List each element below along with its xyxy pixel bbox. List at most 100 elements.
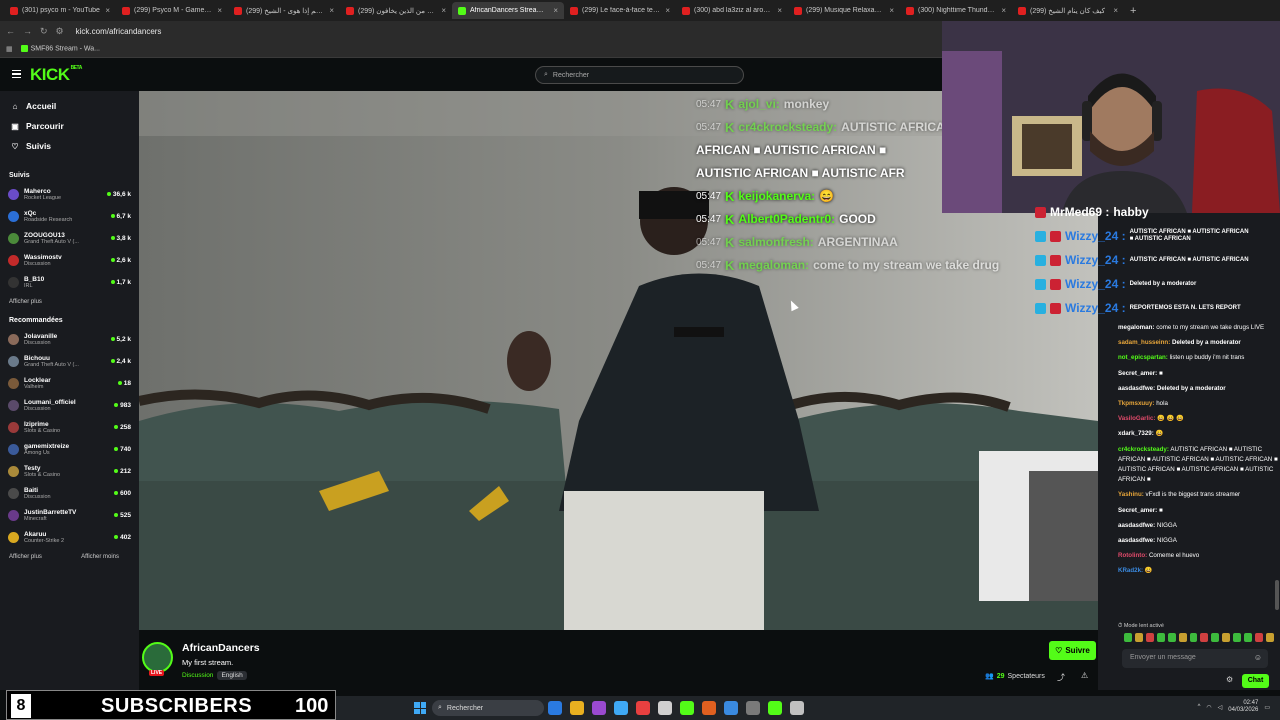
- sidebar-channel[interactable]: Testy Slots & Casino 212: [0, 460, 139, 482]
- emote-icon[interactable]: [1134, 633, 1143, 642]
- wifi-icon[interactable]: ◠: [1206, 704, 1211, 711]
- sidebar-channel[interactable]: Wassimostv Discussion 2,6 k: [0, 249, 139, 271]
- nav-item-suivis[interactable]: ♡ Suivis: [0, 136, 139, 156]
- browser-tab[interactable]: (300) abd la3ziz al arousi - Yo×: [676, 2, 788, 19]
- emote-icon[interactable]: [1167, 633, 1176, 642]
- emote-icon[interactable]: [1265, 633, 1274, 642]
- emote-icon[interactable]: [1189, 633, 1198, 642]
- tab-close-icon[interactable]: ×: [889, 6, 894, 15]
- taskbar-app-icon[interactable]: [746, 701, 760, 715]
- emote-icon[interactable]: [1222, 633, 1231, 642]
- viewer-count: 600: [114, 490, 131, 497]
- tab-close-icon[interactable]: ×: [1001, 6, 1006, 15]
- category-tag[interactable]: Discussion: [182, 671, 213, 680]
- show-less-link[interactable]: Afficher moins: [81, 554, 119, 560]
- emote-icon[interactable]: [1124, 633, 1132, 642]
- nav-item-accueil[interactable]: ⌂ Accueil: [0, 96, 139, 116]
- browser-tab[interactable]: (299) Le face-à-face tendu en×: [564, 2, 676, 19]
- tab-close-icon[interactable]: ×: [777, 6, 782, 15]
- volume-icon[interactable]: ◁: [1218, 704, 1223, 711]
- hamburger-menu-icon[interactable]: [12, 70, 21, 78]
- tab-close-icon[interactable]: ×: [217, 6, 222, 15]
- new-tab-plus-icon[interactable]: +: [1124, 5, 1142, 17]
- kick-logo[interactable]: KICKBETA: [30, 65, 82, 85]
- emoji-icon[interactable]: ☺: [1254, 653, 1262, 662]
- forward-icon[interactable]: →: [23, 26, 32, 36]
- browser-tab[interactable]: (301) psyco m - YouTube ×: [4, 2, 116, 19]
- reload-icon[interactable]: ↻: [40, 26, 48, 37]
- sidebar-channel[interactable]: ZOOUGOU13 Grand Theft Auto V (... 3,8 k: [0, 227, 139, 249]
- taskbar-search-input[interactable]: ⌕ Rechercher: [432, 700, 544, 716]
- sidebar-channel[interactable]: Maherco Rocket League 36,6 k: [0, 183, 139, 205]
- sidebar-channel[interactable]: Iziprime Slots & Casino 258: [0, 416, 139, 438]
- share-icon[interactable]: ⤴: [1057, 672, 1065, 683]
- browser-tab[interactable]: AfricanDancers Stream - W ×: [452, 2, 564, 19]
- emote-icon[interactable]: [1211, 633, 1220, 642]
- tab-close-icon[interactable]: ×: [329, 6, 334, 15]
- tab-close-icon[interactable]: ×: [1113, 6, 1118, 15]
- emote-icon[interactable]: [1156, 633, 1165, 642]
- tab-close-icon[interactable]: ×: [553, 6, 558, 15]
- site-info-icon[interactable]: ⚙: [56, 26, 64, 37]
- sidebar-channel[interactable]: Locklear Valheim 18: [0, 372, 139, 394]
- sidebar-channel[interactable]: Loumani_officiel Discussion 983: [0, 394, 139, 416]
- url-field[interactable]: kick.com/africandancers: [76, 27, 162, 36]
- browser-tab[interactable]: (299) Psyco M - Gameplay St×: [116, 2, 228, 19]
- chat-message-input[interactable]: Envoyer un message ☺: [1122, 649, 1268, 668]
- browser-tab[interactable]: (299) و النجم إذا هوى - الشيخ ×: [228, 2, 340, 19]
- browser-tab[interactable]: (300) Nighttime Thunderstorm×: [900, 2, 1012, 19]
- taskbar-app-icon[interactable]: [592, 701, 606, 715]
- system-clock[interactable]: 02:47 04/03/2026: [1228, 700, 1258, 714]
- search-input[interactable]: ⌕ Rechercher: [535, 66, 744, 84]
- notifications-icon[interactable]: ▭: [1264, 704, 1270, 711]
- emote-icon[interactable]: [1145, 633, 1154, 642]
- back-icon[interactable]: ←: [6, 26, 15, 36]
- show-more-recommended-link[interactable]: Afficher plus: [9, 554, 42, 560]
- sidebar-channel[interactable]: gamemixtreize Among Us 740: [0, 438, 139, 460]
- chat-settings-gear-icon[interactable]: ⚙: [1226, 675, 1233, 684]
- taskbar-app-icon[interactable]: [548, 701, 562, 715]
- emote-icon[interactable]: [1244, 633, 1253, 642]
- emote-icon[interactable]: [1255, 633, 1263, 642]
- sidebar-channel[interactable]: Akaruu Counter-Strike 2 402: [0, 526, 139, 548]
- taskbar-app-icon[interactable]: [702, 701, 716, 715]
- emote-icon[interactable]: [1233, 633, 1242, 642]
- chevron-up-icon[interactable]: ^: [1198, 704, 1201, 710]
- channel-name[interactable]: AfricanDancers: [182, 642, 260, 654]
- apps-icon[interactable]: ▦: [6, 45, 13, 53]
- tab-close-icon[interactable]: ×: [665, 6, 670, 15]
- windows-start-icon[interactable]: [414, 702, 426, 714]
- sidebar-channel[interactable]: Baiti Discussion 600: [0, 482, 139, 504]
- kick-k-icon: K: [725, 212, 735, 227]
- channel-avatar[interactable]: [142, 642, 173, 673]
- taskbar-app-icon[interactable]: [658, 701, 672, 715]
- sidebar-channel[interactable]: JustinBarretteTV Minecraft 525: [0, 504, 139, 526]
- send-chat-button[interactable]: Chat: [1242, 674, 1269, 688]
- language-tag[interactable]: English: [217, 671, 247, 680]
- sidebar-channel[interactable]: Jolavanille Discussion 5,2 k: [0, 328, 139, 350]
- live-dot-icon: [114, 491, 119, 495]
- tab-close-icon[interactable]: ×: [441, 6, 446, 15]
- follow-button[interactable]: ♡ Suivre: [1049, 641, 1096, 660]
- browser-tab[interactable]: (299) قال رجلان من الذين يخافون×: [340, 2, 452, 19]
- report-icon[interactable]: ⚠: [1081, 671, 1088, 680]
- tab-close-icon[interactable]: ×: [105, 6, 110, 15]
- sidebar-channel[interactable]: Bichouu Grand Theft Auto V (... 2,4 k: [0, 350, 139, 372]
- taskbar-app-icon[interactable]: [636, 701, 650, 715]
- bookmark-item[interactable]: SMF86 Stream - Wa...: [20, 45, 100, 53]
- browser-tab[interactable]: (299) كيف كان ينام الشيخ ×: [1012, 2, 1124, 19]
- emote-icon[interactable]: [1178, 633, 1187, 642]
- nav-item-parcourir[interactable]: ▣ Parcourir: [0, 116, 139, 136]
- browser-tab[interactable]: (299) Musique Relaxante pou×: [788, 2, 900, 19]
- emote-icon[interactable]: [1200, 633, 1209, 642]
- taskbar-app-icon[interactable]: [614, 701, 628, 715]
- sidebar-channel[interactable]: B_B10 IRL 1,7 k: [0, 271, 139, 293]
- taskbar-app-icon[interactable]: [768, 701, 782, 715]
- taskbar-app-icon[interactable]: [680, 701, 694, 715]
- taskbar-app-icon[interactable]: [790, 701, 804, 715]
- taskbar-app-icon[interactable]: [724, 701, 738, 715]
- show-more-following-link[interactable]: Afficher plus: [9, 299, 42, 305]
- chat-scrollbar[interactable]: [1275, 580, 1279, 610]
- taskbar-app-icon[interactable]: [570, 701, 584, 715]
- sidebar-channel[interactable]: xQc Roadside Research 6,7 k: [0, 205, 139, 227]
